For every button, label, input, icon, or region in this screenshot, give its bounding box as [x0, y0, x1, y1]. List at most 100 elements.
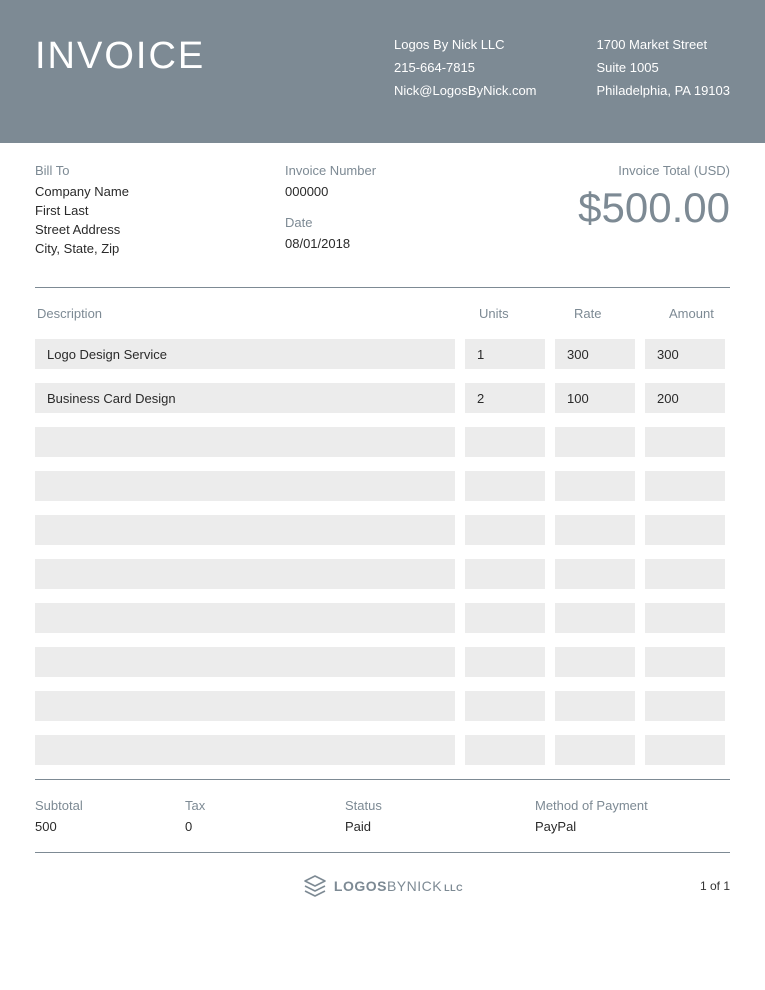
logo-text-llc: LLC [444, 883, 463, 893]
logo-text-light: BYNICK [387, 878, 442, 894]
divider [35, 287, 730, 288]
line-item-row [35, 647, 730, 677]
line-item-amount: 300 [645, 339, 725, 369]
logo-text-bold: LOGOS [334, 878, 387, 894]
subtotal-block: Subtotal 500 [35, 798, 185, 838]
line-item-units [465, 691, 545, 721]
line-item-amount [645, 427, 725, 457]
line-item-desc [35, 735, 455, 765]
col-description: Description [35, 306, 465, 321]
address-street: 1700 Market Street [597, 35, 730, 56]
line-item-rate [555, 603, 635, 633]
status-block: Status Paid [345, 798, 535, 838]
line-item-units [465, 603, 545, 633]
line-item-desc [35, 559, 455, 589]
line-item-units [465, 559, 545, 589]
footer-logo: LOGOSBYNICKLLC [302, 873, 463, 899]
header-info: Logos By Nick LLC 215-664-7815 Nick@Logo… [394, 35, 730, 103]
line-item-units [465, 471, 545, 501]
invoice-total-value: $500.00 [485, 184, 730, 232]
divider [35, 779, 730, 780]
page-number: 1 of 1 [700, 879, 730, 893]
line-item-amount: 200 [645, 383, 725, 413]
line-item-units [465, 735, 545, 765]
line-item-amount [645, 471, 725, 501]
line-item-row [35, 515, 730, 545]
invoice-header: INVOICE Logos By Nick LLC 215-664-7815 N… [0, 0, 765, 143]
line-item-desc [35, 691, 455, 721]
invoice-total-label: Invoice Total (USD) [485, 163, 730, 178]
line-item-amount [645, 515, 725, 545]
bill-to-street: Street Address [35, 222, 285, 237]
col-units: Units [465, 306, 560, 321]
divider [35, 852, 730, 853]
bill-to-company: Company Name [35, 184, 285, 199]
page-title: INVOICE [35, 35, 205, 103]
line-item-desc: Logo Design Service [35, 339, 455, 369]
line-item-rate: 300 [555, 339, 635, 369]
summary-row: Subtotal 500 Tax 0 Status Paid Method of… [35, 798, 730, 838]
line-item-units: 2 [465, 383, 545, 413]
line-item-rate [555, 735, 635, 765]
line-item-rate [555, 691, 635, 721]
meta-row: Bill To Company Name First Last Street A… [35, 163, 730, 267]
payment-block: Method of Payment PayPal [535, 798, 730, 838]
line-item-units [465, 515, 545, 545]
tax-label: Tax [185, 798, 345, 813]
col-rate: Rate [560, 306, 655, 321]
line-item-rate [555, 559, 635, 589]
company-name: Logos By Nick LLC [394, 35, 537, 56]
logo-icon [302, 873, 328, 899]
line-item-rate [555, 471, 635, 501]
line-item-desc [35, 471, 455, 501]
tax-block: Tax 0 [185, 798, 345, 838]
line-item-rate [555, 647, 635, 677]
line-item-row [35, 735, 730, 765]
company-address: 1700 Market Street Suite 1005 Philadelph… [597, 35, 730, 103]
line-item-desc [35, 515, 455, 545]
payment-value: PayPal [535, 819, 730, 834]
line-item-rate [555, 515, 635, 545]
line-item-amount [645, 691, 725, 721]
line-item-amount [645, 647, 725, 677]
line-item-desc [35, 647, 455, 677]
line-item-row [35, 559, 730, 589]
bill-to-label: Bill To [35, 163, 285, 178]
line-item-row [35, 691, 730, 721]
date-label: Date [285, 215, 485, 230]
line-item-units [465, 647, 545, 677]
line-item-row [35, 471, 730, 501]
line-item-row: Business Card Design 2 100 200 [35, 383, 730, 413]
address-city: Philadelphia, PA 19103 [597, 81, 730, 102]
line-item-units: 1 [465, 339, 545, 369]
status-label: Status [345, 798, 535, 813]
bill-to-city: City, State, Zip [35, 241, 285, 256]
address-suite: Suite 1005 [597, 58, 730, 79]
company-phone: 215-664-7815 [394, 58, 537, 79]
subtotal-label: Subtotal [35, 798, 185, 813]
line-item-rate [555, 427, 635, 457]
line-item-rate: 100 [555, 383, 635, 413]
invoice-meta: Invoice Number 000000 Date 08/01/2018 [285, 163, 485, 267]
line-item-amount [645, 735, 725, 765]
date-value: 08/01/2018 [285, 236, 485, 251]
payment-label: Method of Payment [535, 798, 730, 813]
invoice-number-value: 000000 [285, 184, 485, 199]
line-item-row [35, 603, 730, 633]
line-item-row: Logo Design Service 1 300 300 [35, 339, 730, 369]
footer: LOGOSBYNICKLLC 1 of 1 [35, 873, 730, 909]
subtotal-value: 500 [35, 819, 185, 834]
table-header: Description Units Rate Amount [35, 306, 730, 321]
company-info: Logos By Nick LLC 215-664-7815 Nick@Logo… [394, 35, 537, 103]
company-email: Nick@LogosByNick.com [394, 81, 537, 102]
logo-text: LOGOSBYNICKLLC [334, 878, 463, 894]
line-item-row [35, 427, 730, 457]
bill-to-block: Bill To Company Name First Last Street A… [35, 163, 285, 267]
invoice-total-block: Invoice Total (USD) $500.00 [485, 163, 730, 267]
line-item-amount [645, 603, 725, 633]
status-value: Paid [345, 819, 535, 834]
line-item-desc [35, 603, 455, 633]
line-item-amount [645, 559, 725, 589]
line-item-desc: Business Card Design [35, 383, 455, 413]
invoice-body: Bill To Company Name First Last Street A… [0, 143, 765, 929]
